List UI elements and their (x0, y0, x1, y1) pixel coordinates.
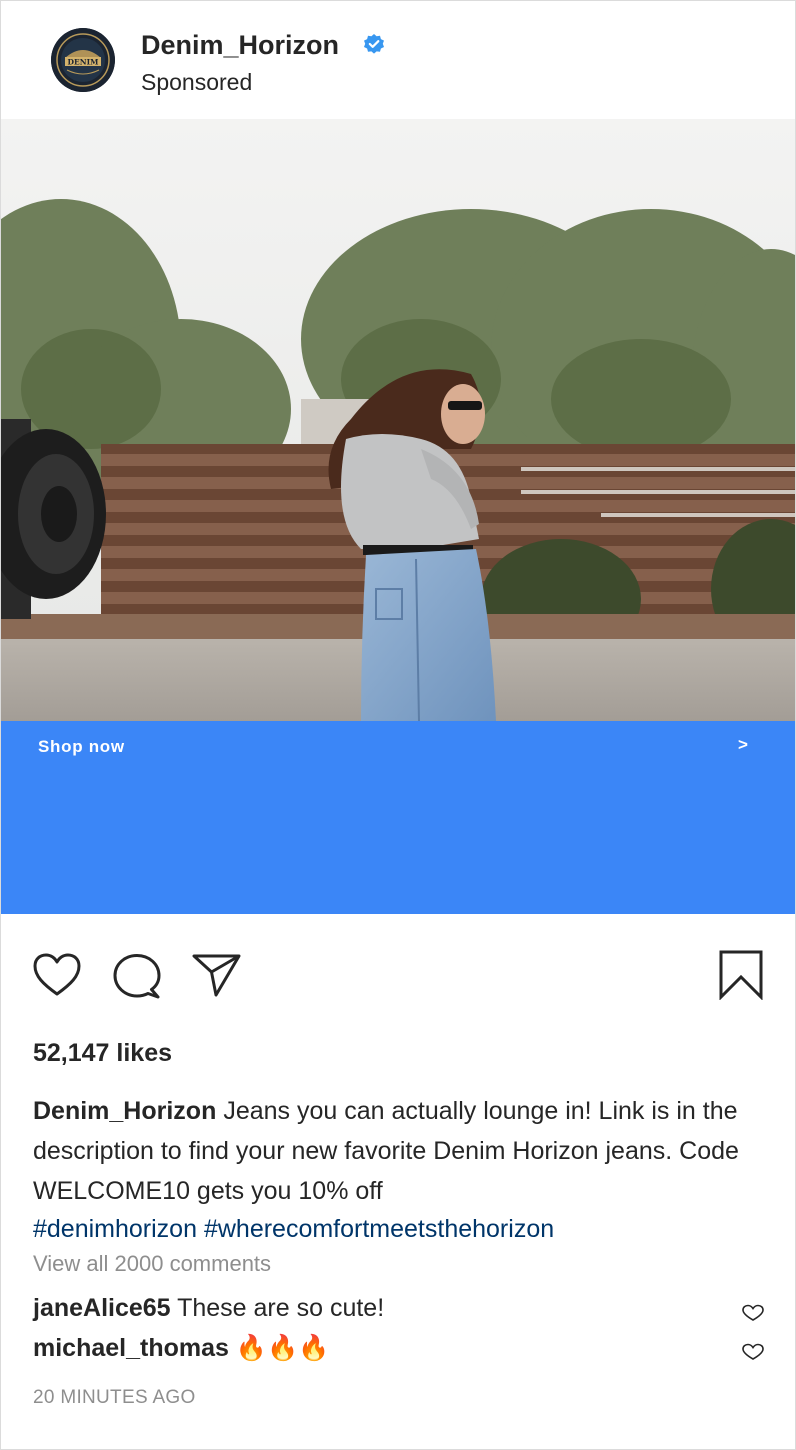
sponsored-label: Sponsored (141, 69, 253, 95)
likes-count[interactable]: 52,147 likes (33, 1039, 172, 1068)
comment-like-heart-icon[interactable] (741, 1304, 765, 1322)
caption-username[interactable]: Denim_Horizon (33, 1097, 216, 1125)
comment-row: janeAlice65 These are so cute! (33, 1294, 384, 1323)
comment-username[interactable]: michael_thomas (33, 1334, 229, 1362)
comment-text: These are so cute! (177, 1294, 385, 1322)
verified-badge-icon (363, 33, 385, 55)
hashtag-link[interactable]: #wherecomfortmeetsthehorizon (204, 1215, 554, 1243)
comment-username[interactable]: janeAlice65 (33, 1294, 171, 1322)
post-header: DENIM Denim_Horizon Sponsored (1, 1, 795, 119)
heart-icon[interactable] (33, 953, 81, 997)
shop-now-label[interactable]: Shop now (38, 737, 125, 757)
denim-horizon-logo: DENIM (51, 28, 115, 92)
comment-bubble-icon[interactable] (112, 953, 162, 1001)
bookmark-icon[interactable] (718, 950, 764, 1000)
avatar[interactable]: DENIM (51, 28, 115, 92)
hashtag-link[interactable]: #denimhorizon (33, 1215, 197, 1243)
post-timestamp: 20 MINUTES AGO (33, 1387, 196, 1408)
caption-hashtags: #denimhorizon #wherecomfortmeetsthehoriz… (33, 1211, 554, 1247)
post-username[interactable]: Denim_Horizon (141, 30, 339, 61)
comment-text: 🔥🔥🔥 (235, 1334, 330, 1362)
post-caption: Denim_Horizon Jeans you can actually lou… (33, 1091, 763, 1211)
chevron-right-icon[interactable]: > (738, 735, 748, 755)
post-image[interactable] (1, 119, 795, 721)
paper-plane-icon[interactable] (192, 953, 242, 997)
comment-row: michael_thomas 🔥🔥🔥 (33, 1334, 329, 1363)
view-all-comments-link[interactable]: View all 2000 comments (33, 1251, 271, 1277)
comment-like-heart-icon[interactable] (741, 1343, 765, 1361)
sponsored-post: DENIM Denim_Horizon Sponsored Shop now >… (0, 0, 796, 1450)
logo-text: DENIM (68, 58, 99, 67)
